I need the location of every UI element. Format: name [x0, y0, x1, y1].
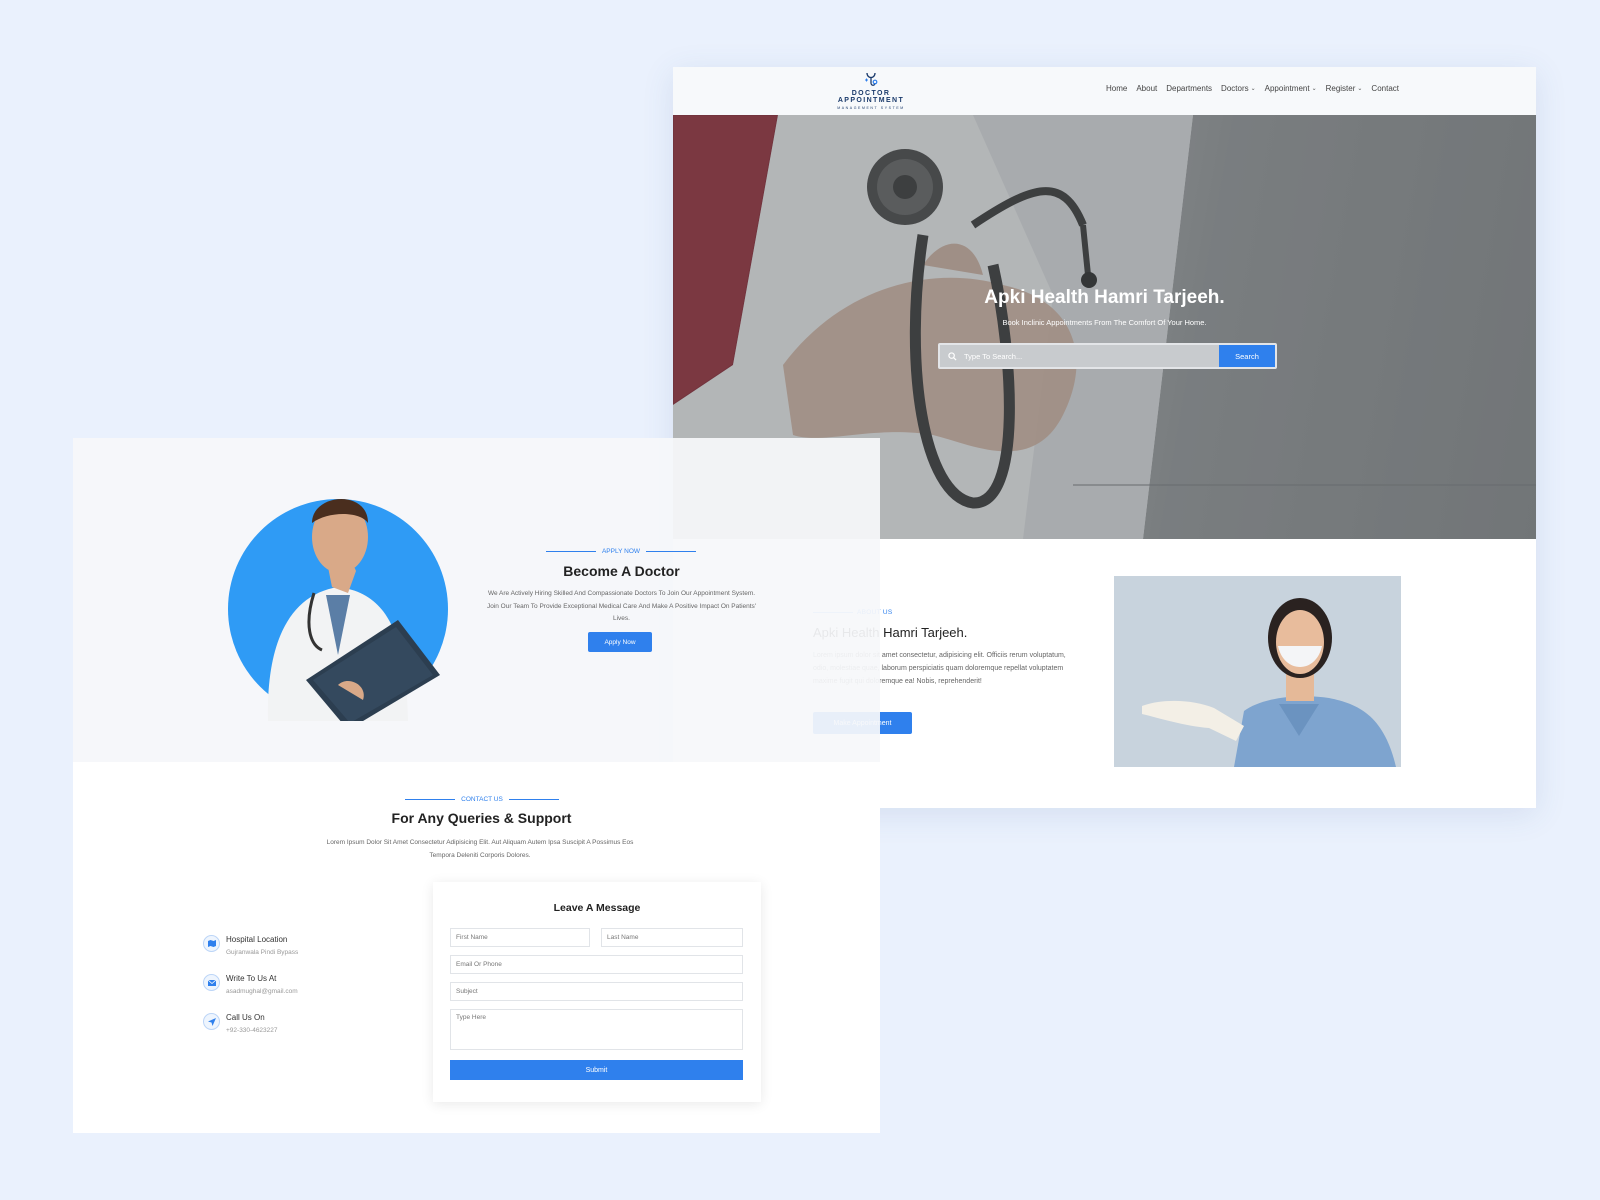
contact-text: Lorem Ipsum Dolor Sit Amet Consectetur A… — [326, 839, 634, 859]
message-form: Leave A Message Submit — [433, 882, 761, 1102]
nav-label: About — [1136, 84, 1158, 93]
info-email: Write To Us At asadmughal@gmail.com — [203, 974, 363, 1004]
nav-about[interactable]: About — [1136, 84, 1157, 93]
stethoscope-icon — [865, 72, 878, 86]
last-name-field[interactable] — [601, 928, 743, 947]
apply-title: Become A Doctor — [563, 563, 680, 579]
location-arrow-icon — [203, 1013, 220, 1030]
apply-eyebrow: APPLY NOW — [542, 548, 700, 555]
contact-eyebrow-label: CONTACT US — [461, 796, 503, 803]
eyebrow-divider — [646, 550, 697, 552]
message-form-title: Leave A Message — [553, 902, 641, 914]
search-input[interactable] — [957, 345, 1219, 367]
search-button[interactable]: Search — [1219, 345, 1275, 367]
nav-label: Register — [1325, 84, 1356, 93]
chevron-down-icon: ⌄ — [1311, 86, 1317, 92]
email-phone-field[interactable] — [450, 955, 743, 974]
nav-contact[interactable]: Contact — [1371, 84, 1399, 93]
search-icon — [948, 351, 957, 361]
eyebrow-divider — [405, 798, 456, 800]
hero-subtitle: Book Inclinic Appointments From The Comf… — [1002, 318, 1207, 327]
nav-label: Contact — [1371, 84, 1399, 93]
apply-contact-mockup: APPLY NOW Become A Doctor We Are Activel… — [73, 438, 880, 1133]
info-value: Gujranwala Pindi Bypass — [226, 949, 299, 956]
info-title: Write To Us At — [226, 974, 277, 983]
site-logo[interactable]: DOCTOR APPOINTMENT MANAGEMENT SYSTEM — [821, 71, 921, 111]
eyebrow-divider — [508, 798, 559, 800]
nav-home[interactable]: Home — [1106, 84, 1127, 93]
nurse-photo — [1114, 576, 1401, 767]
chevron-down-icon: ⌄ — [1357, 86, 1363, 92]
hero-title: Apki Health Hamri Tarjeeh. — [984, 287, 1225, 308]
info-title: Call Us On — [226, 1013, 265, 1022]
info-value[interactable]: +92-330-4623227 — [226, 1027, 278, 1034]
nav-register[interactable]: Register ⌄ — [1326, 84, 1363, 93]
info-phone: Call Us On +92-330-4623227 — [203, 1013, 363, 1043]
apply-text: We Are Actively Hiring Skilled And Compa… — [486, 590, 757, 622]
nav-appointment[interactable]: Appointment ⌄ — [1265, 84, 1317, 93]
map-icon — [203, 935, 220, 952]
message-textarea[interactable] — [450, 1009, 743, 1050]
apply-section: APPLY NOW Become A Doctor We Are Activel… — [73, 438, 880, 762]
info-hospital-location: Hospital Location Gujranwala Pindi Bypas… — [203, 935, 363, 965]
nav-departments[interactable]: Departments — [1166, 84, 1212, 93]
logo-title: DOCTOR APPOINTMENT — [837, 90, 905, 104]
eyebrow-divider — [545, 550, 596, 552]
nav-label: Departments — [1166, 84, 1213, 93]
doctor-portrait — [228, 498, 448, 721]
main-nav: Home About Departments Doctors ⌄ Appointm… — [1106, 84, 1399, 93]
info-value[interactable]: asadmughal@gmail.com — [226, 988, 298, 995]
apply-now-button[interactable]: Apply Now — [588, 632, 652, 652]
contact-eyebrow: CONTACT US — [403, 796, 561, 803]
apply-eyebrow-label: APPLY NOW — [601, 548, 641, 555]
nav-label: Appointment — [1264, 84, 1310, 93]
logo-subtitle: MANAGEMENT SYSTEM — [837, 106, 905, 110]
nav-doctors[interactable]: Doctors ⌄ — [1221, 84, 1256, 93]
hero-search-bar: Search — [938, 343, 1277, 369]
submit-button[interactable]: Submit — [450, 1060, 743, 1080]
chevron-down-icon: ⌄ — [1250, 86, 1256, 92]
subject-field[interactable] — [450, 982, 743, 1001]
contact-title: For Any Queries & Support — [391, 810, 572, 826]
nav-label: Doctors — [1221, 84, 1249, 93]
envelope-icon — [203, 974, 220, 991]
nav-label: Home — [1106, 84, 1128, 93]
first-name-field[interactable] — [450, 928, 590, 947]
site-header: DOCTOR APPOINTMENT MANAGEMENT SYSTEM Hom… — [673, 67, 1536, 115]
contact-section: CONTACT US For Any Queries & Support Lor… — [73, 762, 880, 1133]
info-title: Hospital Location — [226, 935, 288, 944]
